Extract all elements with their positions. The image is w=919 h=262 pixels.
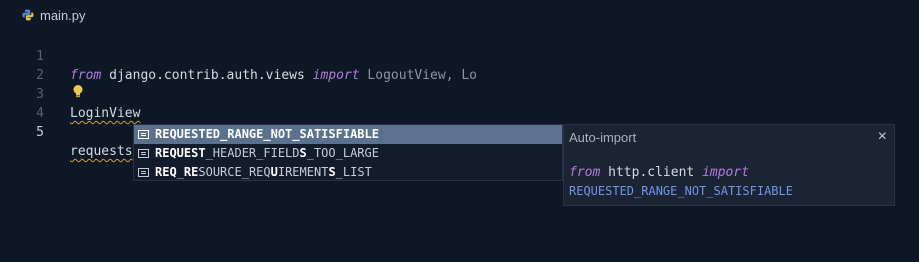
code-line-3: 3 LoginView <box>0 66 919 121</box>
code-line-4: 4 <box>0 85 919 121</box>
import-statement: from http.client import <box>569 165 750 180</box>
suggestion-label: REQ_RESOURCE_REQUIREMENTS_LIST <box>155 165 372 179</box>
code-text: requests <box>70 142 135 161</box>
close-icon[interactable]: × <box>878 128 887 146</box>
tab-bar: main.py <box>0 0 919 28</box>
suggestion-item[interactable]: REQ_RESOURCE_REQUIREMENTS_LIST <box>134 163 562 182</box>
imported-symbol: REQUESTED_RANGE_NOT_SATISFIABLE <box>569 184 793 198</box>
constant-icon <box>138 168 149 177</box>
suggestion-widget: REQUESTED_RANGE_NOT_SATISFIABLE REQUEST_… <box>133 124 563 181</box>
tab-label: main.py <box>40 7 86 23</box>
suggestion-label: REQUEST_HEADER_FIELDS_TOO_LARGE <box>155 146 379 160</box>
lightbulb-icon[interactable] <box>72 84 84 100</box>
constant-icon <box>138 149 149 158</box>
details-title: Auto-import <box>569 130 637 145</box>
code-line-5: 5 requests <box>0 104 919 160</box>
code-line-2: 2 <box>0 47 919 83</box>
tab-main-py[interactable]: main.py <box>22 6 86 24</box>
suggestion-details-panel: Auto-import × from http.client import RE… <box>563 124 895 206</box>
code-line-1: 1 from django.contrib.auth.views import … <box>0 28 919 83</box>
suggestion-label: REQUESTED_RANGE_NOT_SATISFIABLE <box>155 127 379 141</box>
typed-text: requests <box>70 144 133 159</box>
constant-icon <box>138 130 149 139</box>
line-number: 5 <box>36 125 44 140</box>
suggestion-item[interactable]: REQUEST_HEADER_FIELDS_TOO_LARGE <box>134 144 562 163</box>
python-file-icon <box>22 9 34 21</box>
suggestion-item[interactable]: REQUESTED_RANGE_NOT_SATISFIABLE <box>134 125 562 144</box>
